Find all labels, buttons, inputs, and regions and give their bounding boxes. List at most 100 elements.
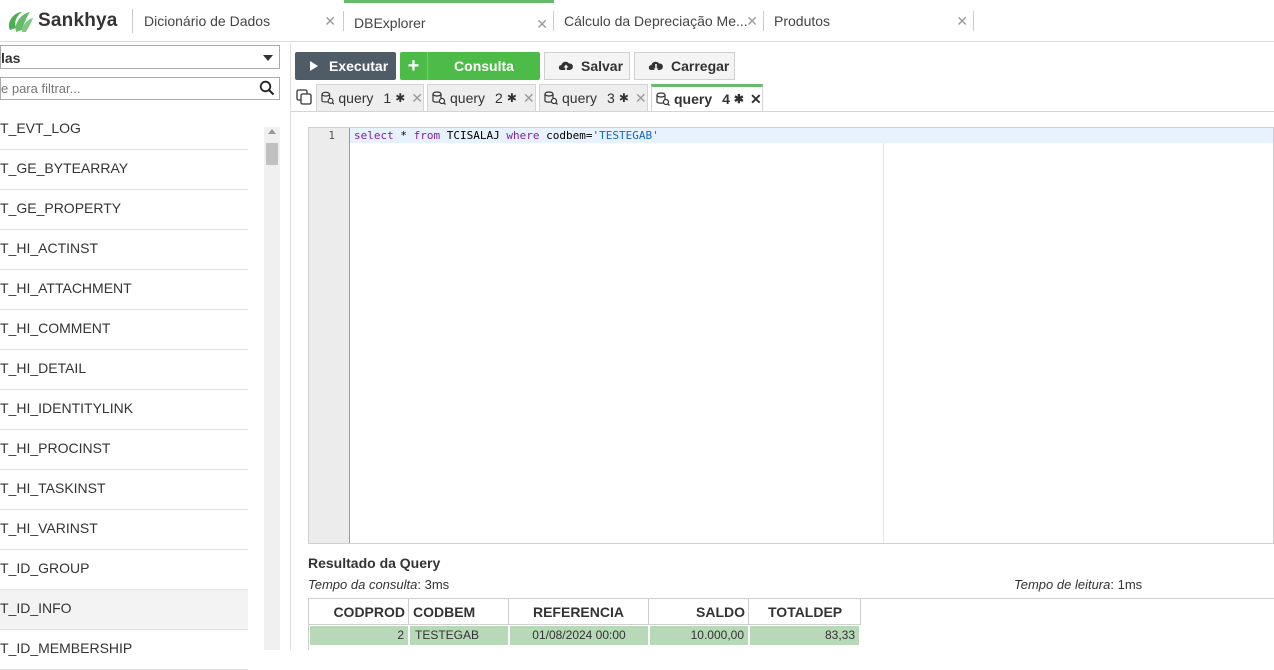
list-item[interactable]: T_HI_TASKINST — [0, 470, 248, 510]
search-icon[interactable] — [259, 80, 275, 96]
table-list: T_EVT_LOG T_GE_BYTEARRAY T_GE_PROPERTY T… — [0, 110, 248, 670]
list-item[interactable]: T_ID_MEMBERSHIP — [0, 630, 248, 670]
list-item[interactable]: T_HI_DETAIL — [0, 350, 248, 390]
column-header-codprod[interactable]: CODPROD — [309, 599, 409, 625]
close-icon[interactable]: ✕ — [746, 13, 758, 30]
scroll-up-arrow-icon[interactable] — [268, 129, 276, 134]
query-tab-label: query — [562, 90, 598, 106]
result-title: Resultado da Query — [308, 555, 441, 571]
read-time-label: Tempo de leitura — [1014, 577, 1111, 592]
cell-codbem[interactable]: TESTEGAB — [410, 626, 510, 645]
tabs-baseline — [291, 111, 1274, 112]
filter-input[interactable]: e para filtrar... — [0, 77, 280, 100]
cell-totaldep[interactable]: 83,33 — [750, 626, 861, 645]
tab-produtos[interactable]: Produtos ✕ — [764, 0, 974, 42]
table-list-scrollbar[interactable] — [264, 127, 280, 650]
query-tab-label: query — [674, 91, 713, 107]
cloud-upload-icon — [558, 61, 573, 72]
consulta-label: Consulta — [454, 58, 514, 74]
database-search-icon — [321, 91, 335, 105]
sql-editor[interactable]: 1 select * from TCISALAJ where codbem='T… — [308, 127, 1274, 544]
close-icon[interactable]: ✕ — [411, 90, 423, 107]
sql-keyword: where — [506, 129, 540, 142]
unsaved-asterisk-icon: ✱ — [618, 91, 629, 105]
tab-dicionario-de-dados[interactable]: Dicionário de Dados ✕ — [134, 0, 342, 42]
line-number-gutter: 1 — [309, 128, 350, 543]
query-tab-3[interactable]: query 3 ✱ ✕ — [539, 84, 648, 112]
database-search-icon — [656, 92, 670, 106]
tab-dbexplorer[interactable]: DBExplorer ✕ — [344, 0, 554, 42]
execute-button[interactable]: Executar — [295, 52, 396, 80]
scrollbar-thumb[interactable] — [266, 143, 278, 165]
list-item-selected[interactable]: T_ID_INFO — [0, 590, 248, 630]
query-tab-number: 4 — [722, 91, 730, 107]
sql-string: 'TESTEGAB' — [592, 129, 659, 142]
query-time: Tempo da consulta: 3ms — [308, 577, 449, 592]
list-item[interactable]: T_EVT_LOG — [0, 110, 248, 150]
sankhya-logo[interactable]: Sankhya — [4, 8, 118, 34]
tab-label: DBExplorer — [354, 14, 426, 31]
query-tab-number: 1 — [383, 90, 392, 106]
tab-label: Dicionário de Dados — [144, 13, 271, 29]
line-number: 1 — [328, 129, 335, 142]
unsaved-asterisk-icon: ✱ — [506, 91, 517, 105]
panel-divider[interactable] — [290, 43, 291, 650]
divider — [132, 9, 133, 33]
sql-text: codbem= — [539, 129, 593, 142]
list-item[interactable]: T_ID_GROUP — [0, 550, 248, 590]
close-icon[interactable]: ✕ — [523, 90, 535, 107]
column-header-referencia[interactable]: REFERENCIA — [509, 599, 649, 625]
list-item[interactable]: T_HI_VARINST — [0, 510, 248, 550]
unsaved-asterisk-icon: ✱ — [395, 91, 406, 105]
list-item[interactable]: T_HI_COMMENT — [0, 310, 248, 350]
list-item[interactable]: T_HI_PROCINST — [0, 430, 248, 470]
load-label: Carregar — [671, 58, 730, 74]
close-icon[interactable]: ✕ — [536, 16, 548, 33]
column-header-saldo[interactable]: SALDO — [649, 599, 749, 625]
query-tab-2[interactable]: query 2 ✱ ✕ — [427, 84, 536, 112]
tab-label: Produtos — [774, 13, 831, 29]
sql-code[interactable]: select * from TCISALAJ where codbem='TES… — [354, 129, 659, 142]
filter-placeholder: e para filtrar... — [1, 81, 81, 96]
result-grid: CODPROD CODBEM REFERENCIA SALDO TOTALDEP… — [308, 598, 1274, 650]
column-header-totaldep[interactable]: TOTALDEP — [749, 599, 861, 625]
sql-text: * — [393, 129, 414, 142]
sql-keyword: from — [413, 129, 441, 142]
list-item[interactable]: T_HI_ATTACHMENT — [0, 270, 248, 310]
query-time-label: Tempo da consulta — [308, 577, 418, 592]
tab-label: Cálculo da Depreciação Me... — [564, 13, 748, 29]
cell-referencia[interactable]: 01/08/2024 00:00 — [510, 626, 650, 645]
close-icon[interactable]: ✕ — [956, 13, 968, 30]
sankhya-logo-icon — [8, 12, 33, 32]
query-tab-1[interactable]: query 1 ✱ ✕ — [316, 84, 424, 112]
consulta-button[interactable]: + Consulta — [400, 52, 540, 80]
duplicate-icon[interactable] — [296, 89, 312, 105]
query-tab-number: 3 — [607, 90, 615, 106]
cell-saldo[interactable]: 10.000,00 — [650, 626, 750, 645]
top-bar: Sankhya Dicionário de Dados ✕ DBExplorer… — [0, 0, 1274, 42]
query-tab-label: query — [338, 90, 374, 106]
read-time-value: : 1ms — [1110, 577, 1143, 592]
load-button[interactable]: Carregar — [634, 52, 735, 80]
close-icon[interactable]: ✕ — [324, 13, 336, 30]
play-icon — [310, 61, 318, 71]
object-type-select[interactable]: las — [0, 45, 280, 69]
column-header-codbem[interactable]: CODBEM — [409, 599, 509, 625]
close-icon[interactable]: ✕ — [635, 90, 647, 107]
list-item[interactable]: T_GE_BYTEARRAY — [0, 150, 248, 190]
cloud-download-icon — [648, 61, 663, 72]
list-item[interactable]: T_GE_PROPERTY — [0, 190, 248, 230]
execute-label: Executar — [329, 58, 389, 74]
sql-table-name: TCISALAJ — [440, 129, 507, 142]
save-label: Salvar — [581, 58, 624, 74]
query-tab-4[interactable]: query 4 ✱ ✕ — [651, 84, 763, 112]
sql-keyword: select — [354, 129, 394, 142]
list-item[interactable]: T_HI_IDENTITYLINK — [0, 390, 248, 430]
tab-calculo-depreciacao[interactable]: Cálculo da Depreciação Me... ✕ — [554, 0, 764, 42]
save-button[interactable]: Salvar — [544, 52, 630, 80]
list-item[interactable]: T_HI_ACTINST — [0, 230, 248, 270]
close-icon[interactable]: ✕ — [750, 91, 762, 108]
cell-codprod[interactable]: 2 — [310, 626, 410, 645]
divider — [973, 11, 974, 31]
plus-icon: + — [400, 52, 428, 80]
